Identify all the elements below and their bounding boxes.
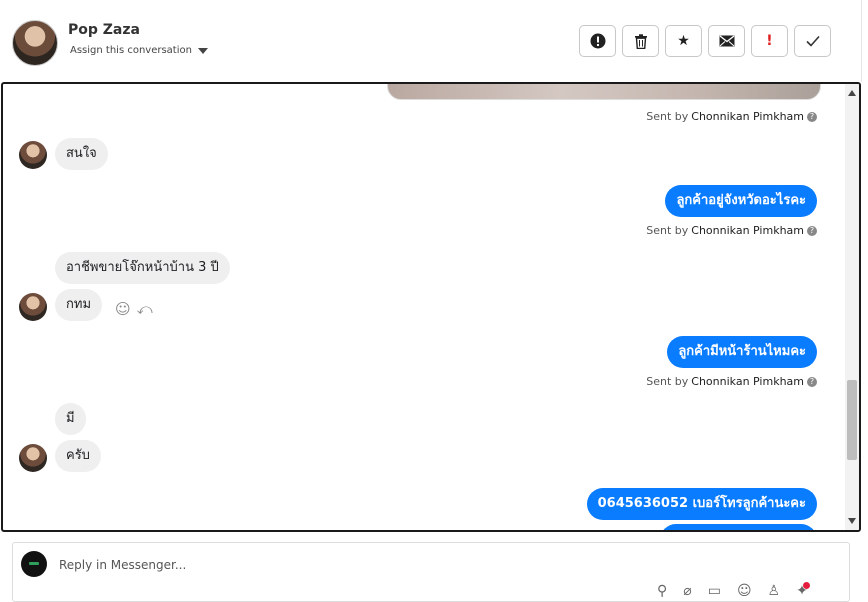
message-outgoing-partial[interactable] bbox=[660, 524, 817, 530]
trash-icon bbox=[634, 33, 647, 49]
chevron-down-icon bbox=[197, 47, 208, 54]
star-icon: ★ bbox=[677, 33, 690, 49]
follow-up-button[interactable]: ! bbox=[751, 25, 788, 57]
alert-circle-icon bbox=[590, 33, 605, 49]
page-avatar bbox=[21, 551, 47, 577]
info-icon[interactable]: ? bbox=[807, 376, 817, 387]
delete-button[interactable] bbox=[622, 25, 659, 57]
important-icon: ! bbox=[766, 33, 773, 49]
contact-avatar-small bbox=[19, 444, 47, 472]
scroll-up-arrow-icon[interactable] bbox=[848, 90, 856, 96]
scrollbar-thumb[interactable] bbox=[847, 380, 857, 460]
sent-by-label: Sent by Chonnikan Pimkham ? bbox=[646, 224, 817, 237]
info-icon[interactable]: ? bbox=[807, 225, 817, 236]
emoji-icon[interactable]: ☺ bbox=[737, 583, 752, 599]
message-outgoing[interactable]: 0645636052 เบอร์โทรลูกค้านะคะ bbox=[586, 488, 817, 520]
contact-avatar[interactable] bbox=[12, 20, 58, 66]
agent-name: Chonnikan Pimkham bbox=[691, 110, 804, 123]
conversation-actions: ★ ! bbox=[579, 25, 831, 57]
mail-icon bbox=[719, 35, 734, 47]
reply-input[interactable] bbox=[57, 553, 621, 577]
message-incoming[interactable]: ครับ bbox=[55, 440, 101, 472]
assign-conversation-dropdown[interactable]: Assign this conversation bbox=[70, 45, 208, 56]
saved-replies-icon[interactable]: ▭ bbox=[708, 583, 721, 599]
message-thread[interactable]: Sent by Chonnikan Pimkham ? สนใจ ลูกค้าอ… bbox=[1, 82, 861, 532]
contact-name[interactable]: Pop Zaza bbox=[68, 22, 140, 38]
message-incoming[interactable]: อาชีพขายโจ๊กหน้าบ้าน 3 ปี bbox=[55, 252, 230, 284]
info-icon[interactable]: ? bbox=[807, 111, 817, 122]
message-outgoing[interactable]: ลูกค้ามีหน้าร้านไหมคะ bbox=[667, 336, 817, 368]
sent-by-label: Sent by Chonnikan Pimkham ? bbox=[646, 375, 817, 388]
mark-done-button[interactable] bbox=[794, 25, 831, 57]
conversation-header: Pop Zaza Assign this conversation ★ ! bbox=[0, 0, 868, 82]
message-incoming[interactable]: มี bbox=[55, 403, 86, 435]
scrollbar[interactable] bbox=[845, 84, 859, 530]
divider bbox=[861, 0, 862, 82]
assign-label: Assign this conversation bbox=[70, 45, 192, 56]
message-hover-actions: ☺ ⤺ bbox=[115, 300, 153, 318]
star-button[interactable]: ★ bbox=[665, 25, 702, 57]
agent-name: Chonnikan Pimkham bbox=[691, 224, 804, 237]
contact-avatar-small bbox=[19, 293, 47, 321]
reply-composer: ⚲ ⌀ ▭ ☺ ♙ ✦ bbox=[12, 542, 850, 602]
message-incoming[interactable]: สนใจ bbox=[55, 138, 108, 170]
emoji-react-icon[interactable]: ☺ bbox=[115, 300, 131, 318]
add-person-icon[interactable]: ⚲ bbox=[657, 583, 667, 599]
composer-toolbar: ⚲ ⌀ ▭ ☺ ♙ ✦ bbox=[657, 583, 808, 599]
agent-name: Chonnikan Pimkham bbox=[691, 375, 804, 388]
attachment-image-preview[interactable] bbox=[387, 84, 821, 100]
like-icon[interactable]: ♙ bbox=[768, 583, 781, 599]
sent-by-label: Sent by Chonnikan Pimkham ? bbox=[646, 110, 817, 123]
scroll-down-arrow-icon[interactable] bbox=[848, 518, 856, 524]
attachment-icon[interactable]: ⌀ bbox=[683, 583, 691, 599]
mark-unread-button[interactable] bbox=[708, 25, 745, 57]
notification-dot bbox=[803, 582, 810, 589]
check-icon bbox=[805, 35, 820, 47]
message-outgoing[interactable]: ลูกค้าอยู่จังหวัดอะไรคะ bbox=[665, 185, 817, 217]
mark-spam-button[interactable] bbox=[579, 25, 616, 57]
reply-icon[interactable]: ⤺ bbox=[137, 300, 153, 318]
contact-avatar-small bbox=[19, 141, 47, 169]
message-incoming[interactable]: กทม bbox=[55, 289, 103, 321]
